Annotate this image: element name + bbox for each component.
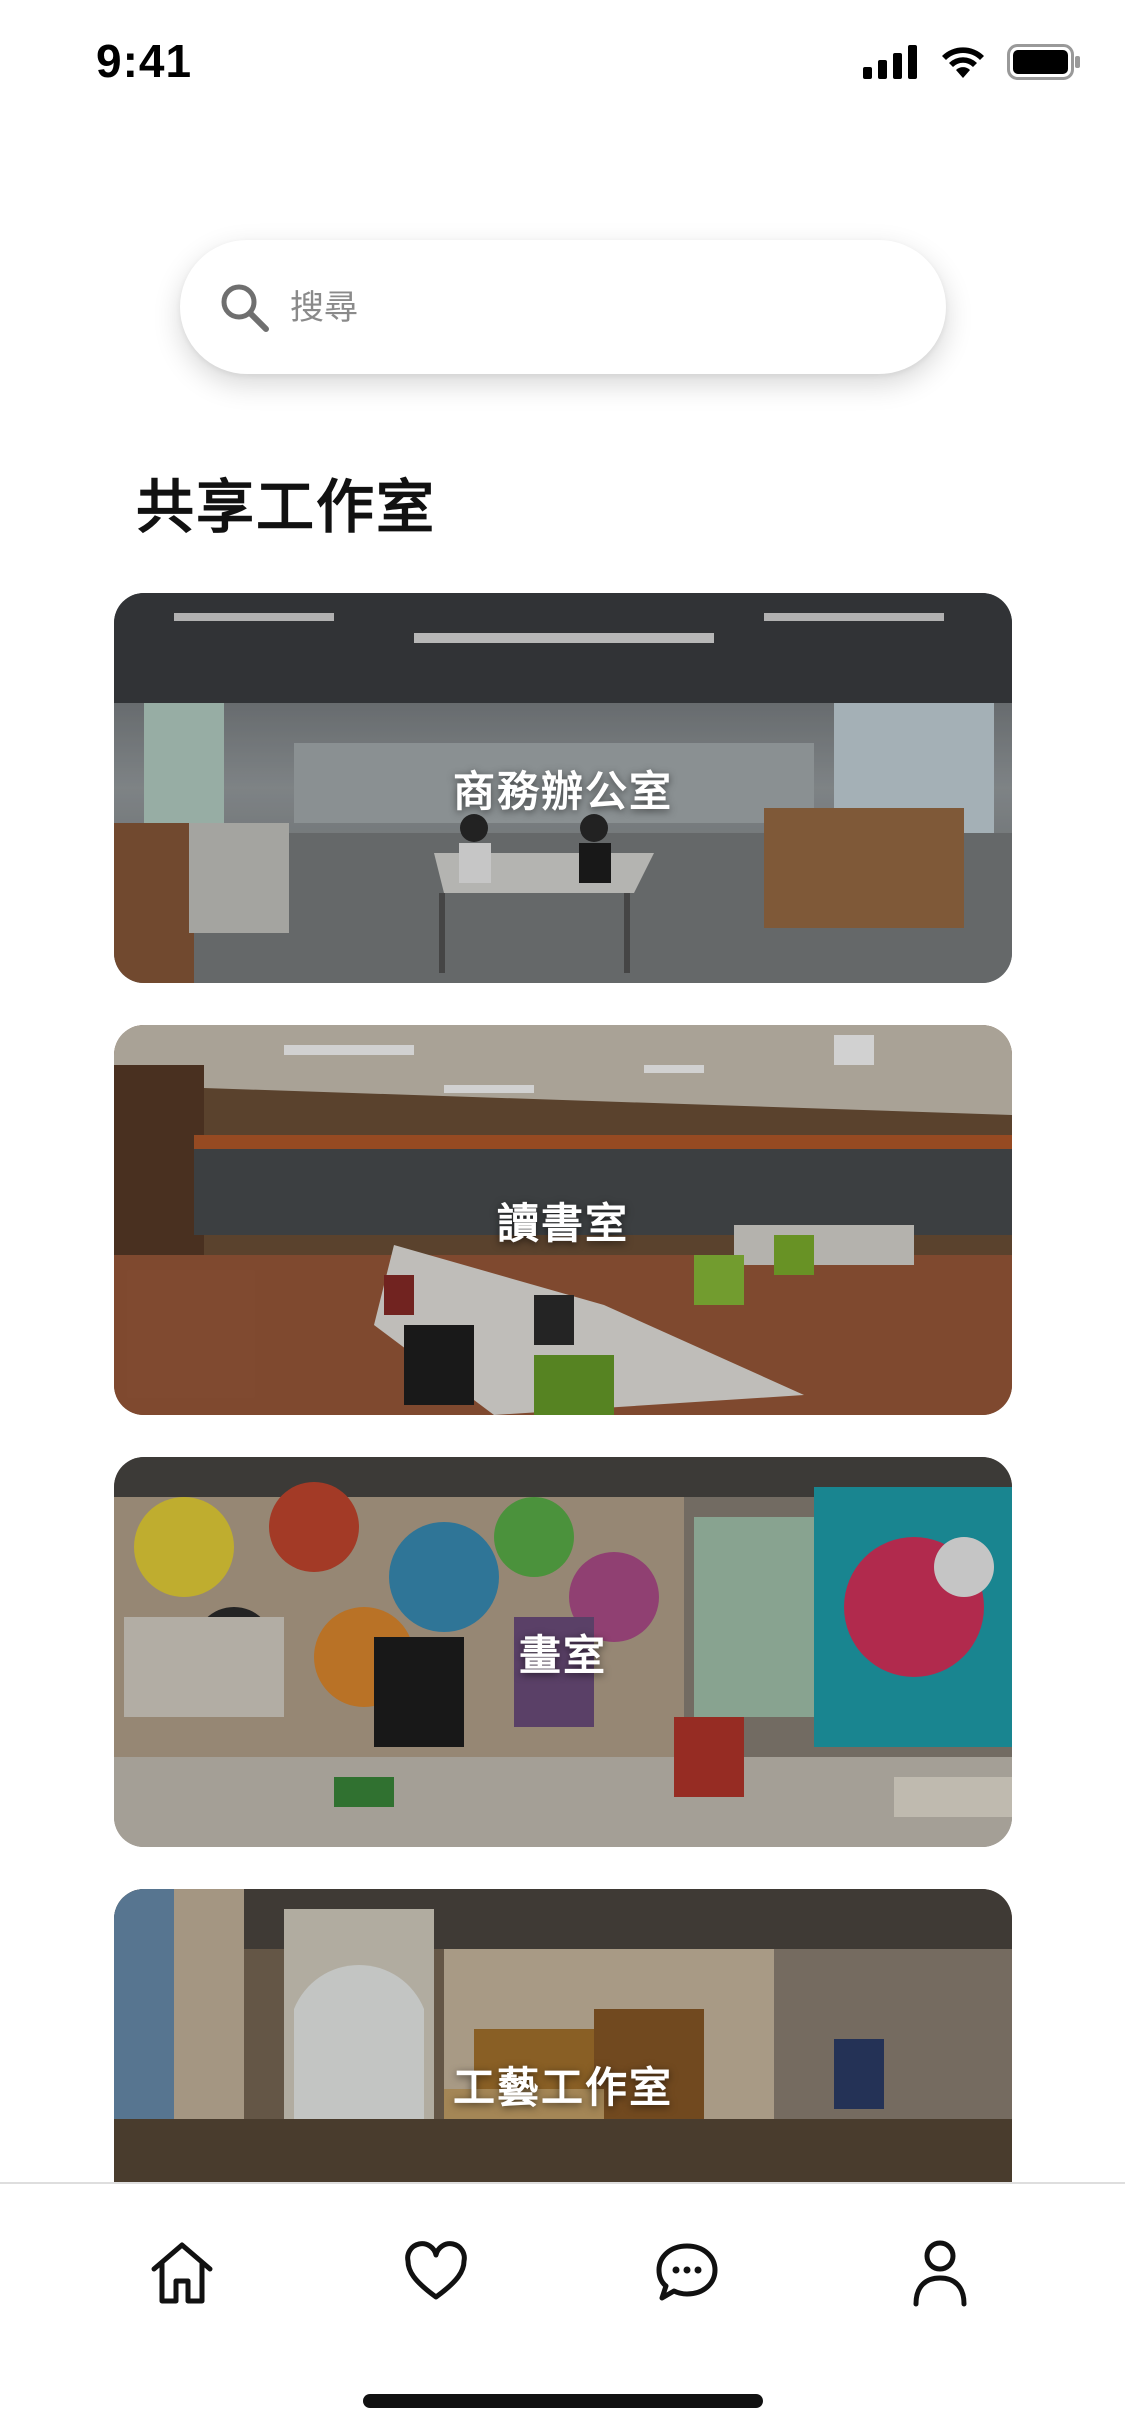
card-study-room[interactable]: 讀書室 xyxy=(114,1025,1012,1415)
signal-icon xyxy=(863,45,917,79)
card-business-office[interactable]: 商務辦公室 xyxy=(114,593,1012,983)
chat-icon xyxy=(656,2243,718,2301)
card-label: 讀書室 xyxy=(496,1198,629,1248)
status-bar: 9:41 xyxy=(0,0,1125,130)
card-label: 畫室 xyxy=(518,1630,607,1680)
card-label: 商務辦公室 xyxy=(452,766,673,816)
profile-icon xyxy=(913,2240,967,2307)
search-bar[interactable] xyxy=(180,240,946,376)
status-time: 9:41 xyxy=(96,35,193,87)
tab-home[interactable] xyxy=(137,2228,227,2318)
status-icons xyxy=(863,44,1081,80)
home-indicator xyxy=(363,2394,763,2408)
wifi-icon xyxy=(942,47,984,78)
search-input[interactable] xyxy=(288,240,892,376)
battery-icon xyxy=(1007,44,1080,80)
card-art-studio[interactable]: 畫室 xyxy=(114,1457,1012,1847)
card-label: 工藝工作室 xyxy=(452,2062,673,2112)
tab-profile[interactable] xyxy=(895,2228,985,2318)
tab-messages[interactable] xyxy=(642,2228,732,2318)
section-title: 共享工作室 xyxy=(136,473,437,541)
heart-icon xyxy=(405,2241,467,2300)
card-craft-workshop[interactable]: 工藝工作室 xyxy=(114,1889,1012,2189)
home-icon xyxy=(151,2242,213,2304)
search-icon xyxy=(221,284,269,332)
tab-favorites[interactable] xyxy=(391,2228,481,2318)
